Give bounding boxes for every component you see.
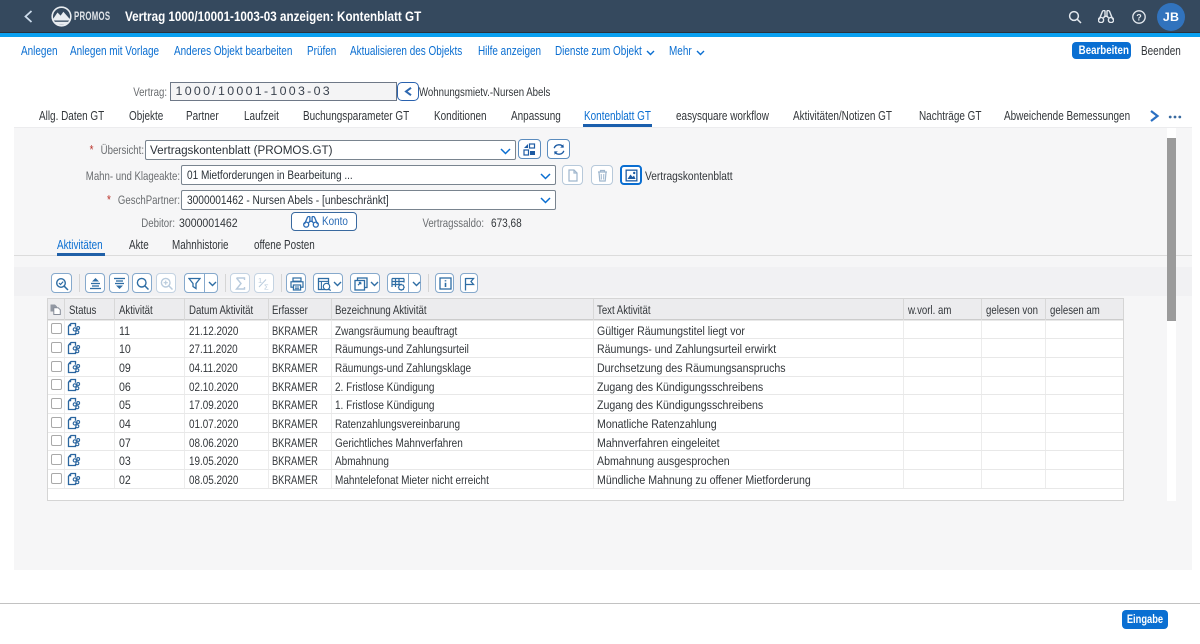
- svg-text:Σ: Σ: [264, 283, 269, 292]
- svg-text:?: ?: [1136, 12, 1142, 22]
